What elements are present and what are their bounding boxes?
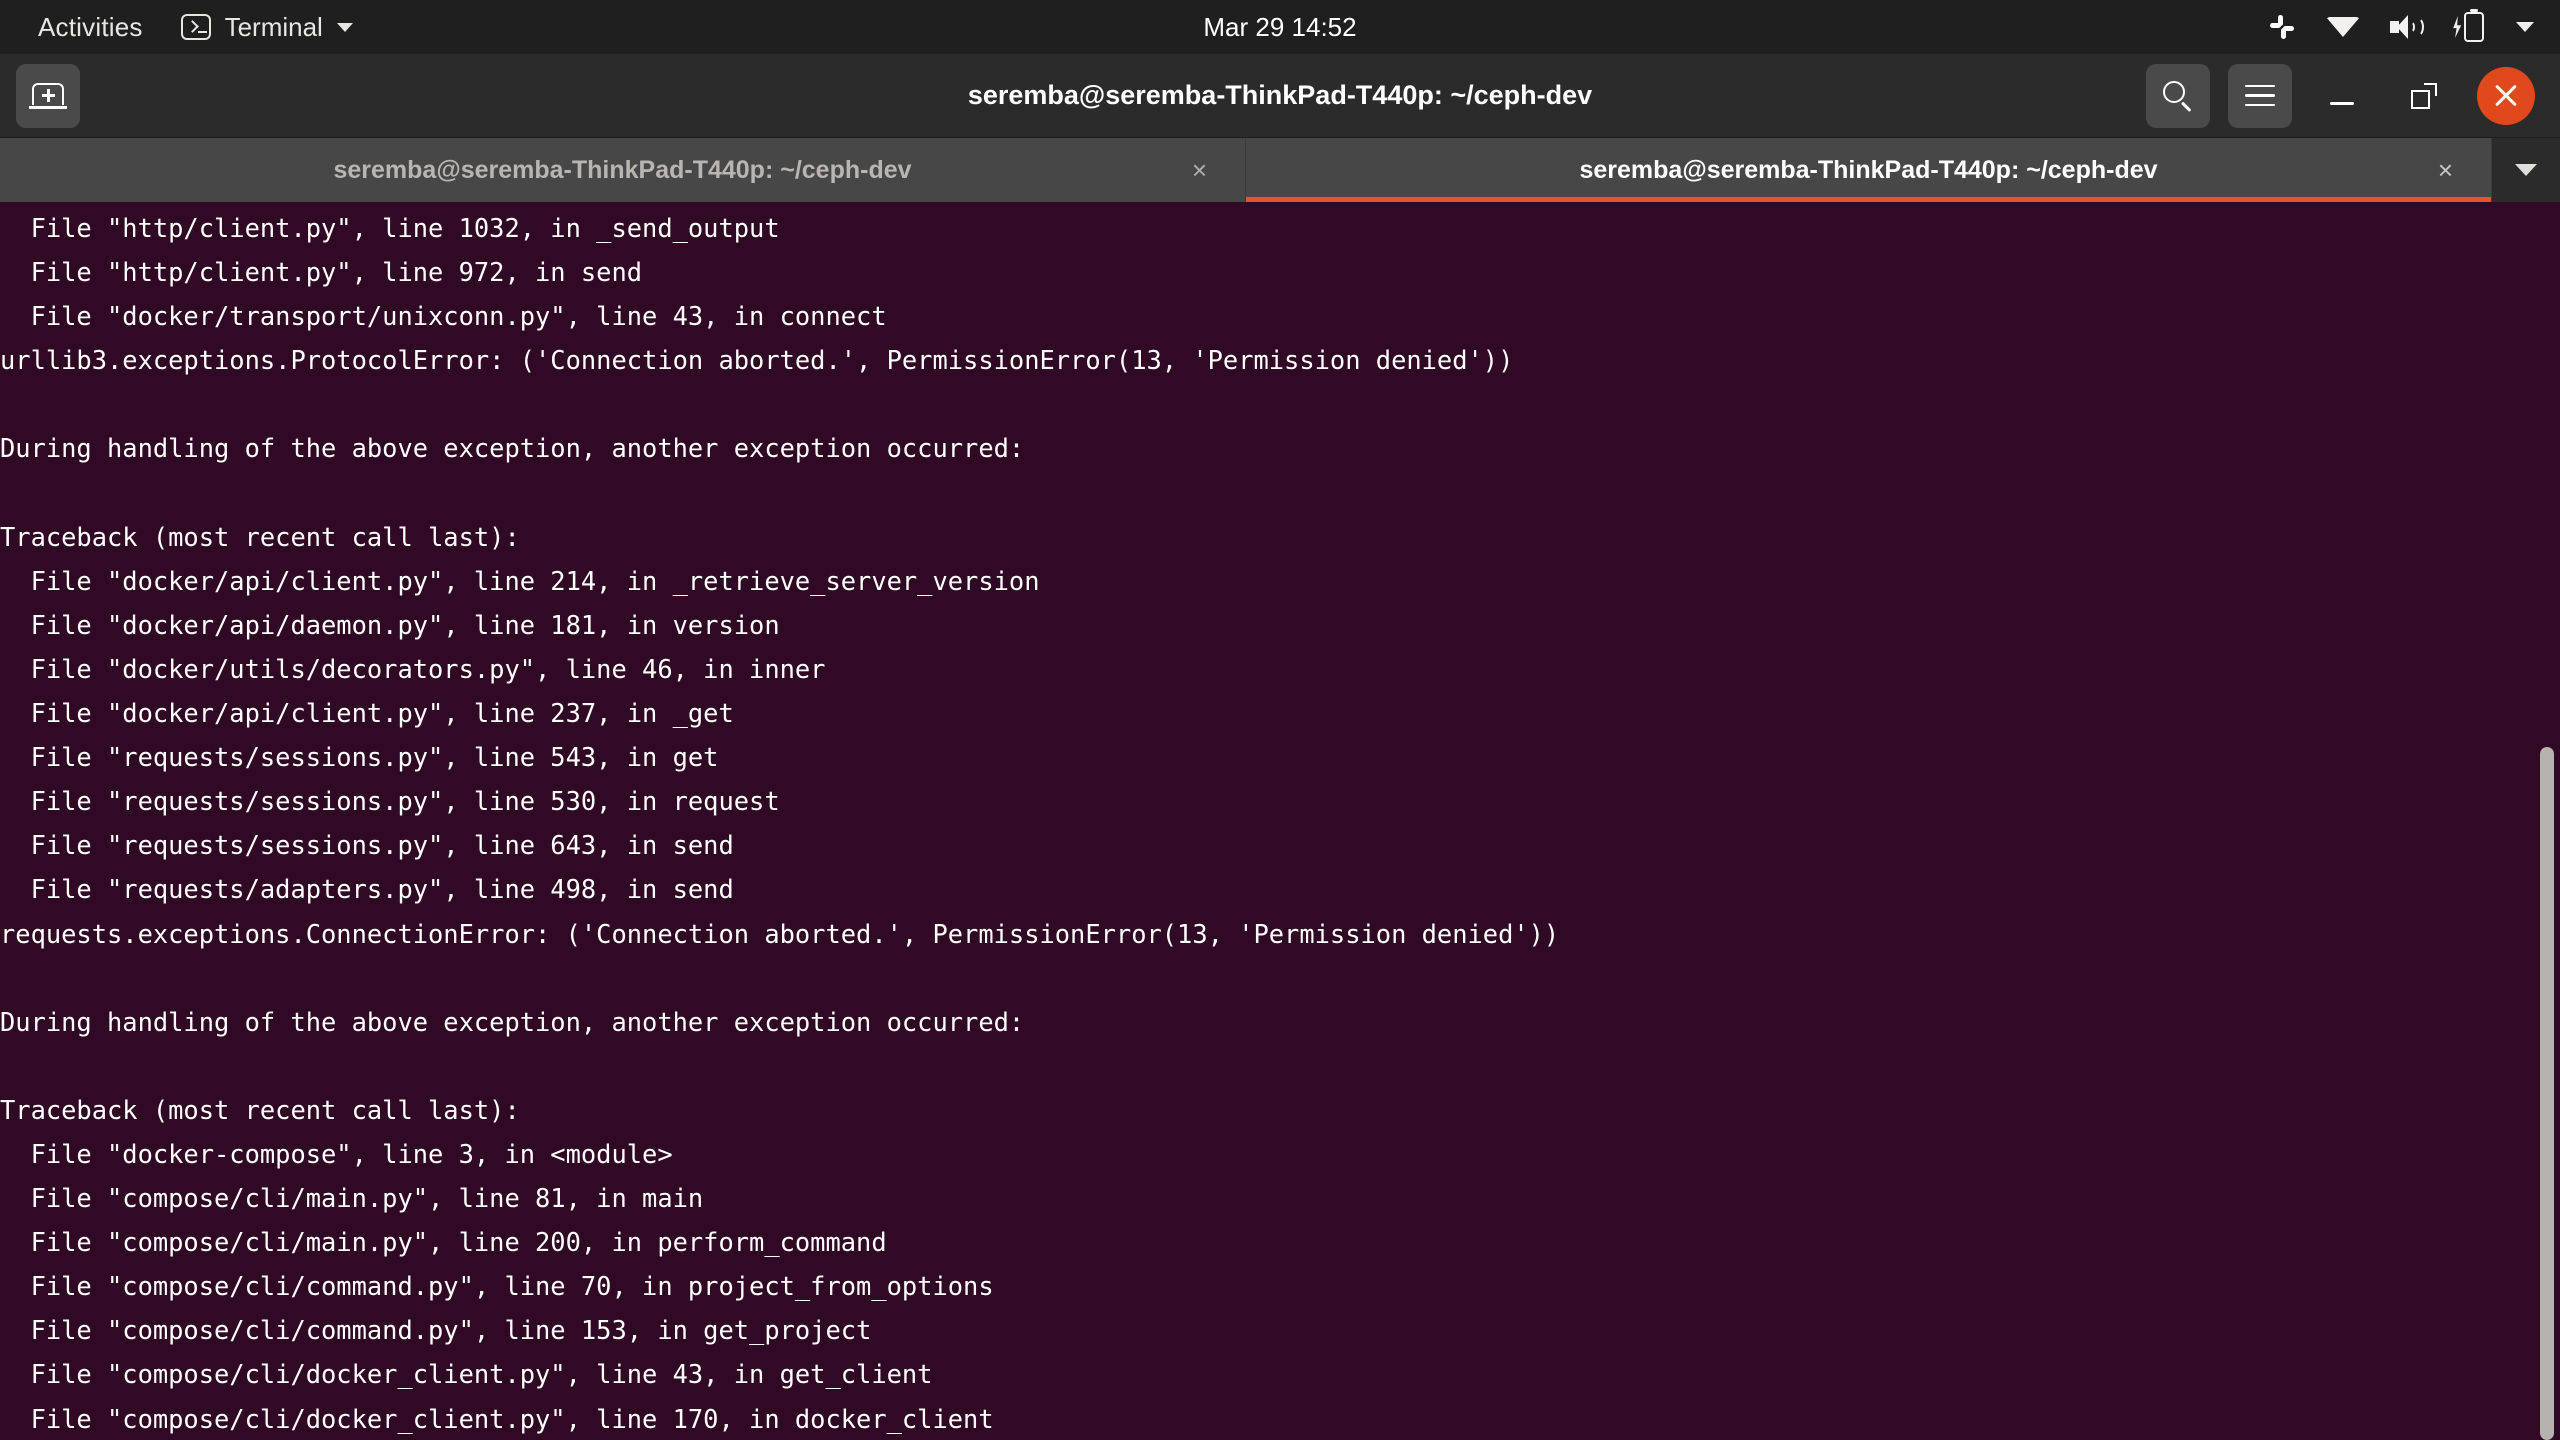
tab-1-close-icon[interactable]: × xyxy=(1192,157,1207,183)
activities-label: Activities xyxy=(38,11,143,42)
terminal-scrollbar-thumb[interactable] xyxy=(2540,746,2554,1440)
system-tray xyxy=(2268,0,2534,54)
restore-icon xyxy=(2411,82,2437,109)
slack-icon xyxy=(2268,13,2296,41)
system-menu-button[interactable] xyxy=(2516,0,2534,54)
terminal-line: File "requests/sessions.py", line 543, i… xyxy=(0,742,719,773)
search-button[interactable] xyxy=(2146,63,2210,128)
tab-1[interactable]: seremba@seremba-ThinkPad-T440p: ~/ceph-d… xyxy=(0,138,1246,202)
clock-button[interactable]: Mar 29 14:52 xyxy=(0,0,2560,54)
chevron-down-icon xyxy=(336,22,353,32)
terminal-line: requests.exceptions.ConnectionError: ('C… xyxy=(0,918,1560,949)
new-tab-button[interactable] xyxy=(16,63,80,128)
terminal-line: During handling of the above exception, … xyxy=(0,1006,1025,1037)
volume-status-button[interactable] xyxy=(2390,0,2424,54)
terminal-line: File "http/client.py", line 972, in send xyxy=(0,257,643,288)
hamburger-menu-button[interactable] xyxy=(2228,63,2292,128)
terminal-line: File "compose/cli/docker_client.py", lin… xyxy=(0,1359,933,1390)
terminal-line: During handling of the above exception, … xyxy=(0,433,1025,464)
tab-list-dropdown-button[interactable] xyxy=(2492,138,2560,202)
terminal-line: Traceback (most recent call last): xyxy=(0,521,520,552)
terminal-line: Traceback (most recent call last): xyxy=(0,1094,520,1125)
search-icon xyxy=(2162,80,2194,112)
window-controls xyxy=(2146,63,2560,128)
terminal-line: File "compose/cli/command.py", line 153,… xyxy=(0,1315,872,1346)
terminal-line: File "docker/api/client.py", line 214, i… xyxy=(0,565,1040,596)
terminal-line: File "compose/cli/command.py", line 70, … xyxy=(0,1271,994,1302)
terminal-line: File "docker/transport/unixconn.py", lin… xyxy=(0,301,887,332)
close-button[interactable] xyxy=(2477,66,2535,125)
terminal-line: File "compose/cli/main.py", line 200, in… xyxy=(0,1227,887,1258)
terminal-scrollbar[interactable] xyxy=(2540,202,2554,1440)
wifi-icon xyxy=(2326,17,2360,37)
minimize-button[interactable] xyxy=(2310,64,2374,128)
close-button-wrap xyxy=(2474,64,2538,128)
terminal-line: File "requests/sessions.py", line 530, i… xyxy=(0,786,780,817)
app-menu-label: Terminal xyxy=(224,11,323,42)
gnome-top-bar: Activities Terminal Mar 29 14:52 xyxy=(0,0,2560,54)
terminal-line: File "requests/adapters.py", line 498, i… xyxy=(0,874,734,905)
tab-2[interactable]: seremba@seremba-ThinkPad-T440p: ~/ceph-d… xyxy=(1246,138,2492,202)
volume-icon xyxy=(2390,14,2424,40)
battery-charging-icon xyxy=(2452,9,2486,42)
maximize-restore-button[interactable] xyxy=(2392,64,2456,128)
terminal-line: File "compose/cli/docker_client.py", lin… xyxy=(0,1403,994,1434)
terminal-line: File "http/client.py", line 1032, in _se… xyxy=(0,213,780,243)
hamburger-icon xyxy=(2245,84,2275,107)
terminal-window: seremba@seremba-ThinkPad-T440p: ~/ceph-d… xyxy=(0,54,2560,1440)
battery-status-button[interactable] xyxy=(2452,0,2486,54)
terminal-line: File "compose/cli/main.py", line 81, in … xyxy=(0,1183,704,1214)
terminal-icon xyxy=(180,14,211,40)
clock-label: Mar 29 14:52 xyxy=(1203,11,1357,42)
terminal-line: urllib3.exceptions.ProtocolError: ('Conn… xyxy=(0,345,1514,376)
terminal-line: File "docker-compose", line 3, in <modul… xyxy=(0,1138,673,1169)
minimize-icon xyxy=(2330,102,2354,105)
tab-2-close-icon[interactable]: × xyxy=(2438,157,2453,183)
window-header-bar: seremba@seremba-ThinkPad-T440p: ~/ceph-d… xyxy=(0,54,2560,138)
slack-tray-button[interactable] xyxy=(2268,0,2296,54)
terminal-line: File "requests/sessions.py", line 643, i… xyxy=(0,830,734,861)
terminal-text: File "http/client.py", line 1032, in _se… xyxy=(0,202,2560,1440)
app-menu-button[interactable]: Terminal xyxy=(165,0,369,54)
tab-2-title: seremba@seremba-ThinkPad-T440p: ~/ceph-d… xyxy=(1579,155,2158,184)
tab-bar: seremba@seremba-ThinkPad-T440p: ~/ceph-d… xyxy=(0,138,2560,202)
tab-1-title: seremba@seremba-ThinkPad-T440p: ~/ceph-d… xyxy=(333,155,912,184)
terminal-line: File "docker/utils/decorators.py", line … xyxy=(0,653,826,684)
chevron-down-icon xyxy=(2516,22,2534,32)
terminal-line: File "docker/api/daemon.py", line 181, i… xyxy=(0,609,780,640)
terminal-output-area[interactable]: File "http/client.py", line 1032, in _se… xyxy=(0,202,2560,1440)
activities-button[interactable]: Activities xyxy=(0,0,165,54)
terminal-line: File "docker/api/client.py", line 237, i… xyxy=(0,698,734,729)
close-icon xyxy=(2493,83,2519,109)
chevron-down-icon xyxy=(2515,164,2537,176)
new-tab-icon xyxy=(29,82,67,109)
wifi-status-button[interactable] xyxy=(2326,0,2360,54)
